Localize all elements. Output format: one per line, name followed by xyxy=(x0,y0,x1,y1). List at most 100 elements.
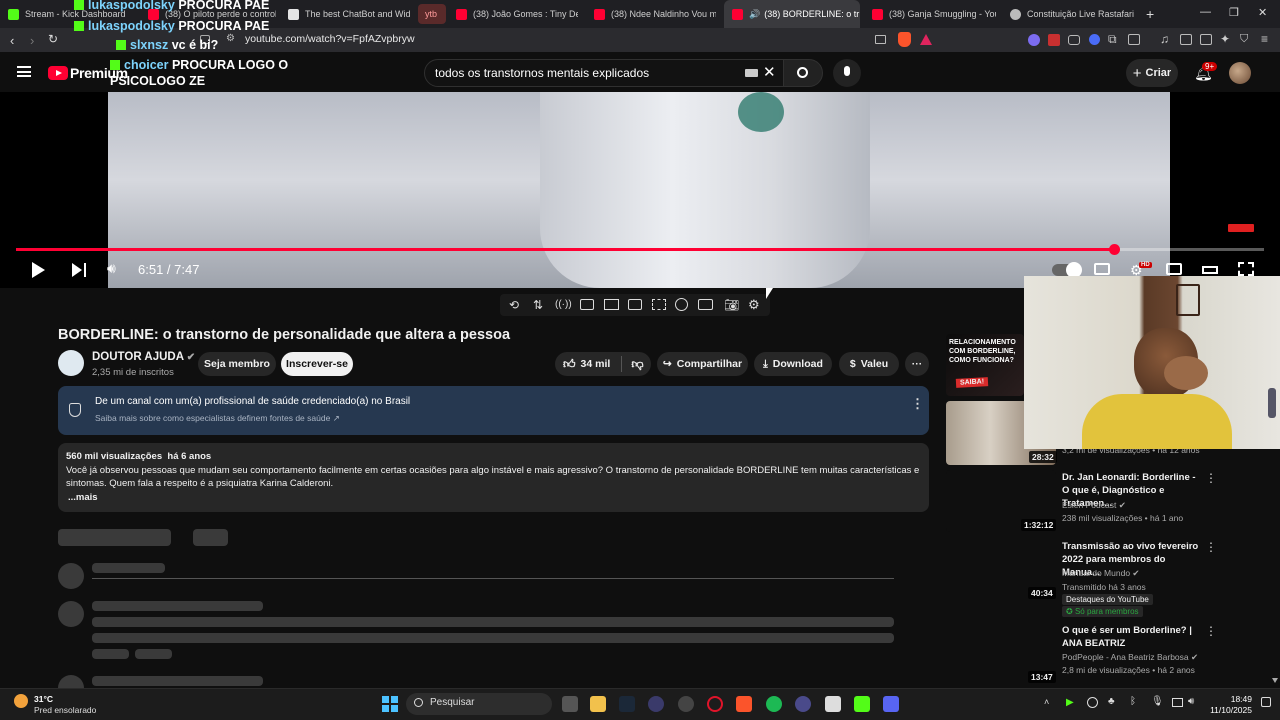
extension-4-icon[interactable] xyxy=(1089,34,1100,45)
share-button[interactable]: ↪ Compartilhar xyxy=(657,352,748,376)
clear-search-icon[interactable]: ✕ xyxy=(763,63,776,81)
more-actions-button[interactable]: ··· xyxy=(905,352,929,376)
mic-tray-icon[interactable]: 🎙︎ xyxy=(1151,696,1164,707)
close-window-icon[interactable]: ✕ xyxy=(1258,6,1267,19)
network-icon[interactable] xyxy=(1172,698,1183,707)
spotify-icon[interactable] xyxy=(766,696,782,712)
forward-icon[interactable]: › xyxy=(30,33,34,48)
search-button[interactable] xyxy=(783,59,823,87)
cast-icon[interactable] xyxy=(875,35,886,44)
reload-icon[interactable]: ↻ xyxy=(48,32,58,46)
create-button[interactable]: + Criar xyxy=(1126,59,1178,87)
thanks-button[interactable]: $ Valeu xyxy=(839,352,899,376)
subscribe-button[interactable]: Inscrever-se xyxy=(281,352,353,376)
autoplay-toggle[interactable] xyxy=(1052,262,1082,278)
extension-3-icon[interactable] xyxy=(1068,35,1080,45)
github-icon[interactable] xyxy=(678,696,694,712)
miniplayer-icon[interactable] xyxy=(1166,263,1182,275)
like-count[interactable]: 34 mil xyxy=(581,358,611,370)
leo-icon[interactable]: ✦ xyxy=(1220,32,1230,46)
new-tab-icon[interactable]: + xyxy=(1146,6,1154,22)
weather-desc[interactable]: Pred ensolarado xyxy=(34,705,96,715)
channel-avatar[interactable] xyxy=(58,350,84,376)
hamburger-icon[interactable] xyxy=(17,66,31,77)
menu-icon[interactable]: ≡ xyxy=(1261,32,1268,46)
close-tab-icon[interactable]: ✕ xyxy=(859,9,860,20)
video-channel[interactable]: Manual do Mundo ✔ xyxy=(1062,568,1140,579)
weather-icon[interactable] xyxy=(14,694,28,708)
video-menu-icon[interactable]: ⋮ xyxy=(1205,624,1217,638)
kick-app-icon[interactable] xyxy=(854,696,870,712)
vpn-icon[interactable]: ⛉ xyxy=(1240,33,1248,46)
opera-icon[interactable] xyxy=(707,696,723,712)
volume-tray-icon[interactable]: 🔊︎ xyxy=(1188,696,1194,707)
tab-ndee-naldinho[interactable]: (38) Ndee Naldinho Vou mud xyxy=(586,0,716,28)
video-channel[interactable]: Eslen Podcast ✔ xyxy=(1062,500,1126,511)
wallet-icon[interactable] xyxy=(1200,34,1212,45)
cinema-icon[interactable] xyxy=(604,299,619,310)
bluetooth-icon[interactable]: ᛒ xyxy=(1130,696,1136,707)
file-icon[interactable] xyxy=(825,696,841,712)
subtitles-icon[interactable] xyxy=(1094,263,1110,275)
brave-icon[interactable] xyxy=(736,696,752,712)
play-icon[interactable] xyxy=(32,262,45,278)
tab-chatbot[interactable]: The best ChatBot and Widget xyxy=(280,0,410,28)
voice-search-button[interactable] xyxy=(833,59,861,87)
size-icon[interactable] xyxy=(652,299,666,310)
tray-overflow-icon[interactable]: ˄ xyxy=(1044,697,1049,707)
speed-icon[interactable] xyxy=(675,298,688,311)
extension-2-icon[interactable] xyxy=(1048,34,1060,46)
clock-date[interactable]: 11/10/2025 xyxy=(1206,705,1252,715)
task-view-icon[interactable] xyxy=(562,696,578,712)
like-icon[interactable]: 👍︎ xyxy=(563,357,576,372)
brave-shield-icon[interactable] xyxy=(898,32,911,47)
video-menu-icon[interactable]: ⋮ xyxy=(1205,471,1217,485)
description-box[interactable]: 560 mil visualizações há 6 anos Você já … xyxy=(58,443,929,512)
health-panel-menu-icon[interactable]: ⋮ xyxy=(911,396,924,412)
tab-borderline[interactable]: 🔊(38) BORDERLINE: o tr✕ xyxy=(724,0,860,28)
scroll-down-icon[interactable] xyxy=(1272,678,1278,683)
site-info-icon[interactable]: ⚙ xyxy=(226,33,235,44)
back-icon[interactable]: ‹ xyxy=(10,33,14,48)
loop-icon[interactable]: ⟲ xyxy=(509,298,519,312)
download-button[interactable]: ⤓ Download xyxy=(754,352,832,376)
description-more[interactable]: ...mais xyxy=(66,491,921,505)
app-icon[interactable] xyxy=(795,696,811,712)
extension-1-icon[interactable] xyxy=(1028,34,1040,46)
dislike-icon[interactable]: 👎︎ xyxy=(631,357,643,372)
recommended-thumbnail[interactable]: RELACIONAMENTO COM BORDERLINE, COMO FUNC… xyxy=(946,334,1024,396)
playlist-icon[interactable] xyxy=(580,299,594,310)
clock-time[interactable]: 18:49 xyxy=(1210,694,1252,704)
enhancer-settings-icon[interactable]: ⚙ xyxy=(748,297,760,313)
sort-icon[interactable]: ⇅ xyxy=(533,298,543,312)
youtube-logo-icon[interactable] xyxy=(48,66,68,80)
health-panel-link[interactable]: Saiba mais sobre como especialistas defi… xyxy=(95,413,340,424)
tab-joao-gomes[interactable]: (38) João Gomes : Tiny Desk B xyxy=(448,0,578,28)
restore-icon[interactable]: ❐ xyxy=(1229,6,1239,19)
app-icon[interactable] xyxy=(648,696,664,712)
add-icon[interactable] xyxy=(698,299,713,310)
search-input[interactable]: todos os transtornos mentais explicados xyxy=(424,59,784,87)
brave-rewards-icon[interactable] xyxy=(920,34,932,45)
tab-constituicao[interactable]: Constituição Live Rastafari xyxy=(1002,0,1136,28)
next-icon[interactable] xyxy=(72,263,82,277)
url-field[interactable]: youtube.com/watch?v=FpfAZvpbryw xyxy=(245,33,415,45)
puzzle-icon[interactable]: ⧉ xyxy=(1108,32,1117,47)
video-channel[interactable]: PodPeople - Ana Beatriz Barbosa ✔ xyxy=(1062,652,1198,663)
tab-group-ytb[interactable]: ytb xyxy=(418,4,446,24)
notification-center-icon[interactable] xyxy=(1261,697,1271,707)
video-title-link[interactable]: O que é ser um Borderline? | ANA BEATRIZ xyxy=(1062,624,1202,650)
tray-app-icon[interactable] xyxy=(1087,697,1098,708)
audio-icon[interactable]: ((·)) xyxy=(555,299,572,310)
theater-mode-icon[interactable] xyxy=(1202,266,1218,274)
join-button[interactable]: Seja membro xyxy=(198,352,276,376)
sidebar-toggle-icon[interactable] xyxy=(1180,34,1192,45)
music-icon[interactable]: ♫ xyxy=(1160,32,1169,46)
windows-start-icon[interactable] xyxy=(382,696,398,712)
discord-icon[interactable] xyxy=(883,696,899,712)
account-avatar[interactable] xyxy=(1229,62,1251,84)
fullscreen-icon[interactable] xyxy=(1238,262,1254,276)
volume-icon[interactable]: 🔊︎ xyxy=(107,260,116,277)
tray-app-icon[interactable]: ▶ xyxy=(1066,697,1074,708)
channel-name[interactable]: DOUTOR AJUDA ✔ xyxy=(92,351,195,363)
